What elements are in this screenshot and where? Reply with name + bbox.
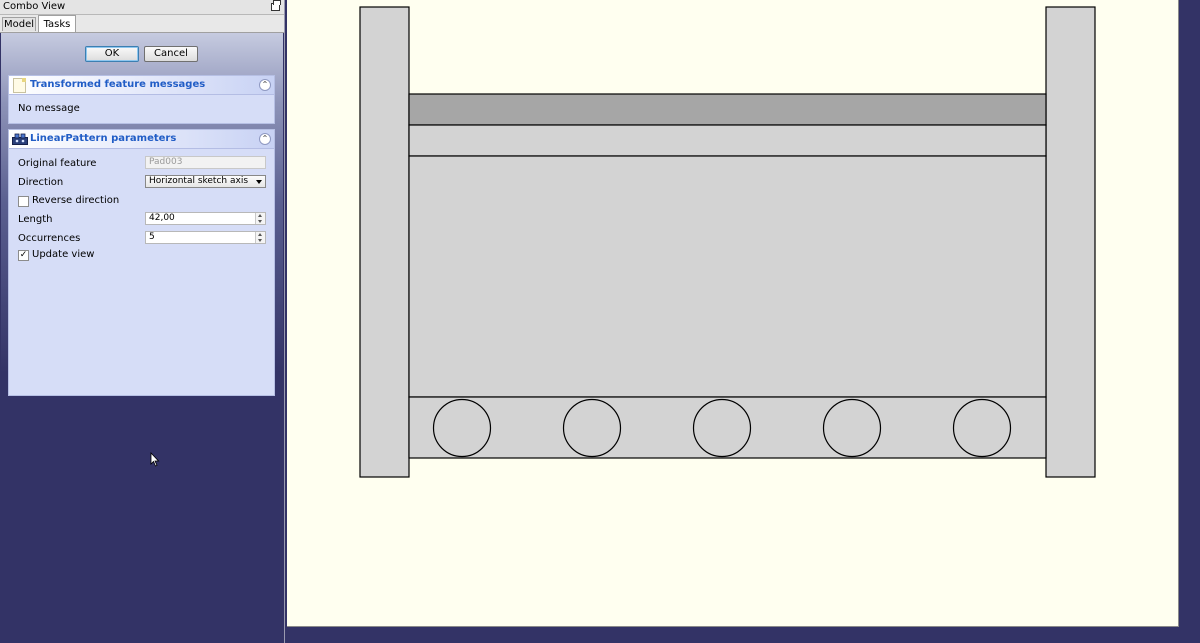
messages-box: Transformed feature messages ⌃ No messag… bbox=[8, 75, 275, 124]
params-box-title: LinearPattern parameters bbox=[30, 133, 177, 144]
pattern-hole bbox=[952, 398, 1012, 458]
params-box-header[interactable]: LinearPattern parameters ⌃ bbox=[9, 130, 274, 149]
message-text: No message bbox=[18, 103, 80, 114]
left-post bbox=[359, 6, 410, 478]
collapse-icon[interactable]: ⌃ bbox=[259, 133, 271, 145]
part-drawing bbox=[359, 6, 1096, 478]
cancel-button[interactable]: Cancel bbox=[144, 46, 198, 62]
light-strip bbox=[408, 124, 1047, 157]
messages-box-title: Transformed feature messages bbox=[30, 79, 206, 90]
occurrences-label: Occurrences bbox=[18, 233, 81, 244]
length-label: Length bbox=[18, 214, 53, 225]
spinbox-arrows-icon[interactable] bbox=[255, 232, 265, 243]
task-panel: OK Cancel Transformed feature messages ⌃… bbox=[1, 33, 283, 643]
collapse-icon[interactable]: ⌃ bbox=[259, 79, 271, 91]
params-box: LinearPattern parameters ⌃ Original feat… bbox=[8, 129, 275, 396]
original-feature-input: Pad003 bbox=[145, 156, 266, 169]
direction-select[interactable]: Horizontal sketch axis bbox=[145, 175, 266, 188]
length-input[interactable]: 42,00 bbox=[145, 212, 266, 225]
linear-pattern-icon bbox=[12, 133, 28, 145]
occurrences-value: 5 bbox=[149, 232, 155, 242]
right-post bbox=[1045, 6, 1096, 478]
ok-button[interactable]: OK bbox=[85, 46, 139, 62]
undock-icon[interactable] bbox=[271, 0, 281, 11]
direction-label: Direction bbox=[18, 177, 64, 188]
messages-box-header[interactable]: Transformed feature messages ⌃ bbox=[9, 76, 274, 95]
tab-model[interactable]: Model bbox=[2, 17, 36, 31]
direction-select-value: Horizontal sketch axis bbox=[149, 176, 249, 186]
combo-view: Combo View Model Tasks OK Cancel Transfo… bbox=[0, 0, 285, 643]
reverse-direction-label[interactable]: Reverse direction bbox=[32, 195, 119, 206]
document-icon bbox=[13, 78, 26, 93]
pattern-hole bbox=[562, 398, 622, 458]
original-feature-label: Original feature bbox=[18, 158, 97, 169]
pattern-hole bbox=[822, 398, 882, 458]
chevron-down-icon[interactable] bbox=[256, 180, 262, 184]
main-panel bbox=[408, 155, 1047, 398]
top-dark-bar bbox=[408, 93, 1047, 126]
3d-view-canvas[interactable] bbox=[287, 0, 1179, 627]
combo-view-title: Combo View bbox=[3, 1, 66, 12]
pattern-hole bbox=[692, 398, 752, 458]
combo-tabbar: Model Tasks bbox=[0, 15, 284, 33]
pattern-hole bbox=[432, 398, 492, 458]
mouse-cursor-icon bbox=[150, 452, 160, 467]
reverse-direction-checkbox[interactable] bbox=[18, 196, 29, 207]
update-view-checkbox[interactable]: ✓ bbox=[18, 250, 29, 261]
update-view-label[interactable]: Update view bbox=[32, 249, 94, 260]
combo-view-titlebar: Combo View bbox=[0, 0, 284, 15]
spinbox-arrows-icon[interactable] bbox=[255, 213, 265, 224]
tab-tasks[interactable]: Tasks bbox=[38, 15, 76, 32]
3d-view bbox=[285, 0, 1200, 643]
occurrences-input[interactable]: 5 bbox=[145, 231, 266, 244]
length-value: 42,00 bbox=[149, 213, 175, 223]
